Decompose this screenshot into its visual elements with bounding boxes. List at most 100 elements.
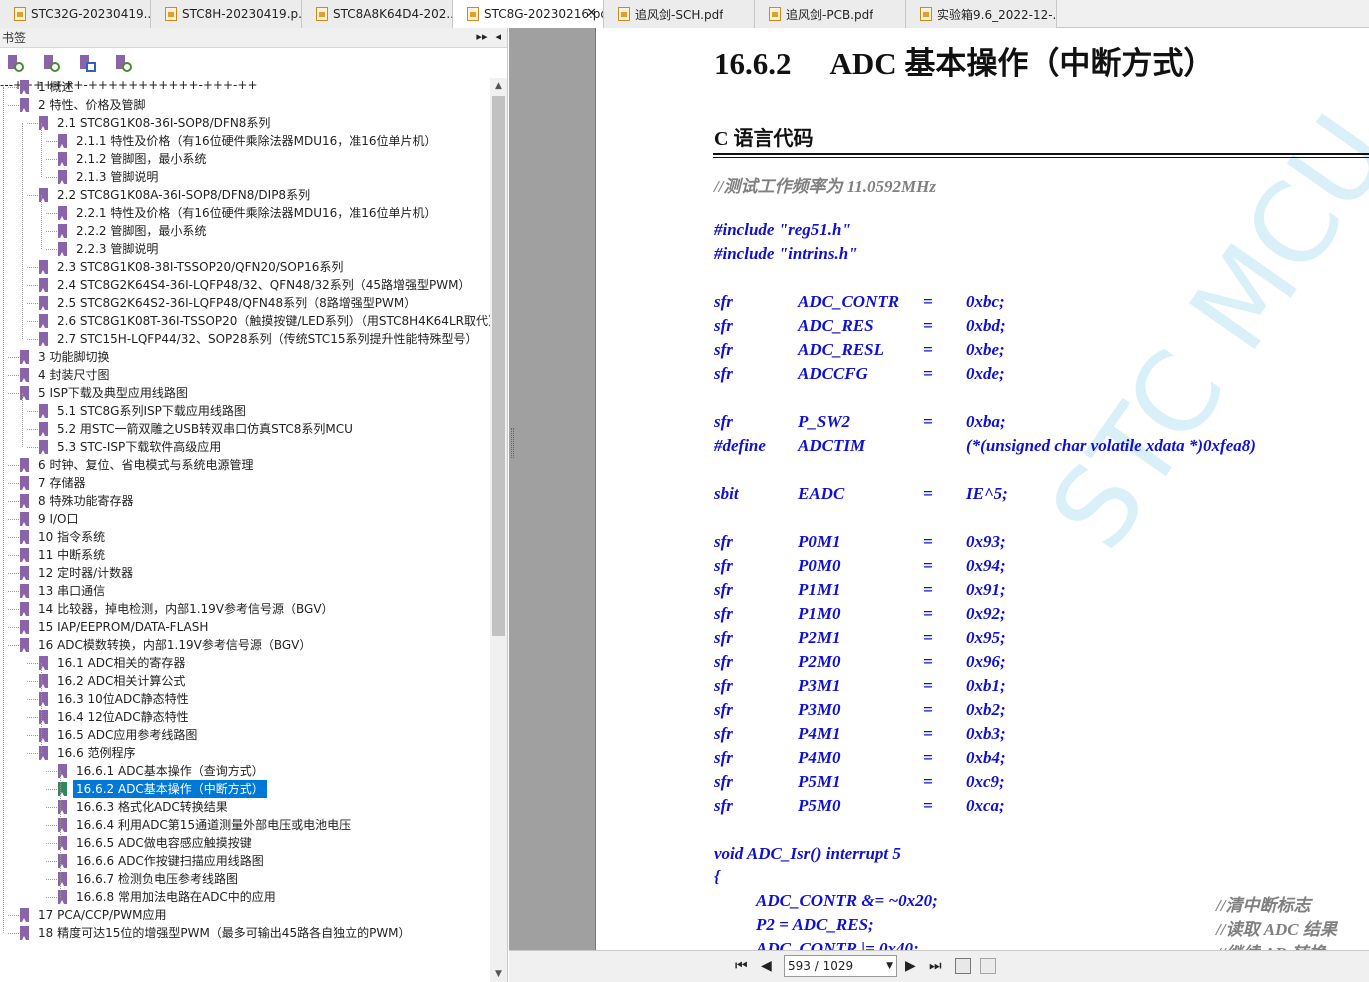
prev-page-icon[interactable]: ◀ [761,957,772,975]
code-identifier: P3M0 [798,700,841,719]
expand-icon[interactable]: + [168,78,178,92]
tree-connector [46,843,57,844]
bookmark-item[interactable]: 16.6.6 ADC作按键扫描应用线路图 [58,852,267,870]
bookmark-item[interactable]: 2.7 STC15H-LQFP44/32、SOP28系列（传统STC15系列提升… [39,330,480,348]
bookmark-item[interactable]: 2.1.1 特性及价格（有16位硬件乘除法器MDU16，准16位单片机） [58,132,440,150]
tab-6[interactable]: 实验箱9.6_2022-12-... [906,0,1057,28]
tree-guide [41,123,42,177]
tab-1[interactable]: STC8H-20230419.p... [151,0,302,28]
bookmark-item[interactable]: 5.3 STC-ISP下载软件高级应用 [39,438,224,456]
expand-icon[interactable]: + [178,78,188,92]
page-number-input[interactable]: 593 / 1029 ▼ [784,955,897,977]
first-page-icon[interactable]: ⏮ [735,957,748,975]
expand-icon[interactable]: + [128,78,138,92]
bookmark-item[interactable]: 2.6 STC8G1K08T-36I-TSSOP20（触摸按键/LED系列）（用… [39,312,490,330]
bookmark-item[interactable]: 16.6 范例程序 [39,744,139,762]
code-operator: = [923,364,933,383]
expand-icon[interactable]: + [237,78,247,92]
next-page-icon[interactable]: ▶ [905,957,916,975]
expand-icon[interactable]: + [138,78,148,92]
last-page-icon[interactable]: ⏭ [929,957,942,975]
expand-icon[interactable]: + [247,78,257,92]
expand-icon[interactable]: + [108,78,118,92]
tree-guide [41,195,42,249]
bookmarks-scrollbar[interactable]: ▲ ▼ [490,78,507,982]
bookmark-item[interactable]: 16.6.7 检测负电压参考线路图 [58,870,241,888]
tab-5[interactable]: 追风剑-PCB.pdf [755,0,906,28]
expand-icon[interactable]: + [188,78,198,92]
bookmark-item[interactable]: 16.1 ADC相关的寄存器 [39,654,188,672]
bookmark-item[interactable]: 18 精度可达15位的增强型PWM（最多可输出45路各自独立的PWM） [20,924,414,942]
scroll-up-icon[interactable]: ▲ [490,78,507,94]
bookmark-item[interactable]: 5.2 用STC一箭双雕之USB转双串口仿真STC8系列MCU [39,420,356,438]
expand-icon[interactable]: + [148,78,158,92]
tab-4[interactable]: 追风剑-SCH.pdf [604,0,755,28]
bookmark-item[interactable]: 9 I/O口 [20,510,81,528]
bookmark-item[interactable]: 2.1 STC8G1K08-36I-SOP8/DFN8系列 [39,114,273,132]
bookmark-item[interactable]: 2.2.3 管脚说明 [58,240,161,258]
section-heading: 16.6.2 ADC 基本操作（中断方式） [714,38,1214,83]
bookmark-item[interactable]: 4 封装尺寸图 [20,366,112,384]
bookmark-item[interactable]: 5.1 STC8G系列ISP下载应用线路图 [39,402,249,420]
expand-icon[interactable]: + [158,78,168,92]
bookmark-label: 16.6.8 常用加法电路在ADC中的应用 [76,890,276,904]
bookmark-item[interactable]: 2.5 STC8G2K64S2-36I-LQFP48/QFN48系列（8路增强型… [39,294,419,312]
bookmark-item[interactable]: 16.6.5 ADC做电容感应触摸按键 [58,834,255,852]
bookmark-item[interactable]: 17 PCA/CCP/PWM应用 [20,906,169,924]
close-tab-icon[interactable]: ✕ [586,6,597,21]
bookmark-item[interactable]: 10 指令系统 [20,528,108,546]
bookmark-item[interactable]: 11 中断系统 [20,546,108,564]
bookmark-item[interactable]: 12 定时器/计数器 [20,564,136,582]
tab-2[interactable]: STC8A8K64D4-202... [302,0,453,28]
bookmark-item[interactable]: 5 ISP下载及典型应用线路图 [20,384,191,402]
scroll-thumb[interactable] [492,96,505,636]
splitter-grip[interactable] [511,428,514,458]
expand-bookmark-icon[interactable] [6,54,24,72]
bookmark-item[interactable]: 16.4 12位ADC静态特性 [39,708,192,726]
goto-bookmark-icon[interactable] [78,54,96,72]
bookmark-item[interactable]: 6 时钟、复位、省电模式与系统电源管理 [20,456,256,474]
expand-icon[interactable]: + [98,78,108,92]
tab-0[interactable]: STC32G-20230419.... [0,0,151,28]
expand-icon[interactable]: + [223,78,233,92]
panel-expand-icon[interactable]: ▸▸ [476,30,487,43]
bookmark-item[interactable]: 2.2 STC8G1K08A-36I-SOP8/DFN8/DIP8系列 [39,186,313,204]
panel-collapse-icon[interactable]: ◂ [495,30,501,43]
bookmark-item[interactable]: 2.4 STC8G2K64S4-36I-LQFP48/32、QFN48/32系列… [39,276,473,294]
continuous-view-icon[interactable] [955,958,971,974]
bookmark-item[interactable]: 16.6.4 利用ADC第15通道测量外部电压或电池电压 [58,816,354,834]
expand-icon[interactable]: + [118,78,128,92]
bookmark-item[interactable]: 13 串口通信 [20,582,108,600]
bookmark-item[interactable]: 15 IAP/EEPROM/DATA-FLASH [20,618,211,636]
bookmark-item[interactable]: 2.2.2 管脚图，最小系统 [58,222,209,240]
bookmark-item[interactable]: 14 比较器，掉电检测，内部1.19V参考信号源（BGV） [20,600,337,618]
bookmark-item[interactable]: 16.2 ADC相关计算公式 [39,672,188,690]
scroll-down-icon[interactable]: ▼ [490,966,507,982]
bookmark-item[interactable]: 16.3 10位ADC静态特性 [39,690,192,708]
facing-view-icon[interactable] [980,958,996,974]
bookmark-item[interactable]: 3 功能脚切换 [20,348,112,366]
bookmark-item[interactable]: 2.1.3 管脚说明 [58,168,161,186]
find-bookmark-icon[interactable] [114,54,132,72]
chevron-down-icon[interactable]: ▼ [886,956,893,976]
bookmark-item[interactable]: 16.5 ADC应用参考线路图 [39,726,200,744]
bookmark-item[interactable]: 8 特殊功能寄存器 [20,492,136,510]
bookmark-item[interactable]: 2.2.1 特性及价格（有16位硬件乘除法器MDU16，准16位单片机） [58,204,440,222]
tab-3[interactable]: STC8G-20230216.pd...✕ [453,0,604,28]
bookmark-item[interactable]: 1 概述 [20,78,76,96]
tree-connector [27,303,38,304]
bookmark-item[interactable]: 2 特性、价格及管脚 [20,96,148,114]
bookmark-item[interactable]: 16.6.3 格式化ADC转换结果 [58,798,231,816]
bookmark-item[interactable]: 16 ADC模数转换，内部1.19V参考信号源（BGV） [20,636,314,654]
bookmark-item[interactable]: 7 存储器 [20,474,88,492]
tree-guide [60,771,61,897]
bookmark-item[interactable]: 16.6.2 ADC基本操作（中断方式） [58,780,267,798]
bookmark-item[interactable]: 2.3 STC8G1K08-38I-TSSOP20/QFN20/SOP16系列 [39,258,346,276]
bookmark-item[interactable]: 16.6.1 ADC基本操作（查询方式） [58,762,267,780]
bookmark-item[interactable]: 2.1.2 管脚图，最小系统 [58,150,209,168]
expand-icon[interactable]: + [88,78,98,92]
bookmark-item[interactable]: 16.6.8 常用加法电路在ADC中的应用 [58,888,279,906]
collapse-bookmark-icon[interactable] [42,54,60,72]
expand-icon[interactable]: + [213,78,223,92]
expand-icon[interactable]: + [203,78,213,92]
